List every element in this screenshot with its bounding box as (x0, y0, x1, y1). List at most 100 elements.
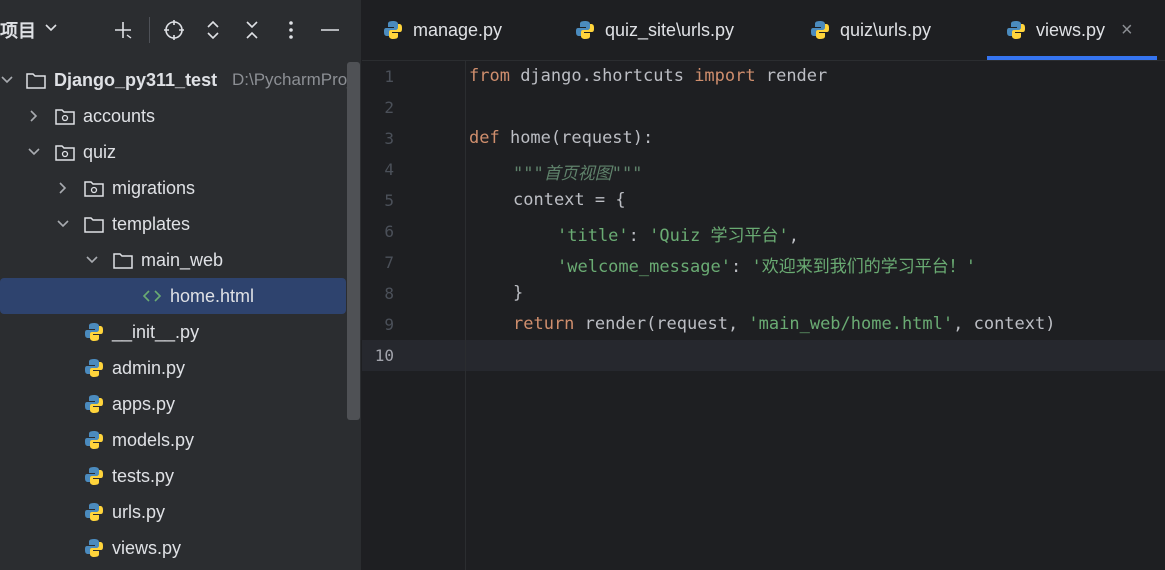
code-text: render (755, 66, 828, 86)
chevron-right-icon[interactable] (26, 108, 42, 124)
tree-item-label: quiz (83, 141, 117, 162)
tree-item-tests-py[interactable]: tests.py (0, 458, 346, 494)
line-number-current: 10 (374, 346, 394, 365)
python-file-icon (83, 357, 105, 379)
python-file-icon (1005, 19, 1027, 41)
chevron-down-icon[interactable] (44, 20, 58, 39)
tree-item-views-py[interactable]: views.py (0, 530, 346, 566)
code-text: render(request, (574, 314, 749, 334)
keyword: import (694, 66, 756, 86)
python-file-icon (83, 501, 105, 523)
code-line-1: from django.shortcuts import render (469, 66, 827, 86)
code-line-9: return render(request, 'main_web/home.ht… (513, 314, 1055, 334)
tab-quiz-site-urls-py[interactable]: quiz_site\urls.py (574, 0, 734, 60)
code-text: , (788, 226, 800, 246)
docstring: """首页视图""" (513, 164, 643, 184)
chevron-down-icon[interactable] (84, 252, 100, 268)
tab-label: views.py (1036, 19, 1106, 40)
collapse-all-icon[interactable] (239, 16, 265, 44)
tree-item-admin-py[interactable]: admin.py (0, 350, 346, 386)
editor-tab-bar: manage.py quiz_site\urls.py quiz\urls.py… (362, 0, 1165, 61)
code-text: home(request): (499, 128, 654, 148)
string-literal: 'main_web/home.html' (748, 314, 954, 334)
tree-item-label: views.py (112, 537, 182, 558)
string-literal: 'Quiz 学习平台' (649, 226, 789, 246)
tree-item-label: models.py (112, 429, 195, 450)
tree-item-quiz[interactable]: quiz (0, 134, 346, 170)
chevron-right-icon[interactable] (55, 180, 71, 196)
tree-item-label: __init__.py (112, 321, 200, 342)
html-file-icon (141, 285, 163, 307)
tree-item-label: home.html (170, 285, 255, 306)
more-options-icon[interactable] (278, 16, 304, 44)
code-text: : (731, 257, 752, 277)
tree-item-label: accounts (83, 105, 156, 126)
tab-manage-py[interactable]: manage.py (382, 0, 502, 60)
tree-item-apps-py[interactable]: apps.py (0, 386, 346, 422)
tab-views-py[interactable]: views.py × (1005, 0, 1133, 60)
toolbar-separator (149, 17, 150, 43)
code-text: context = { (513, 190, 626, 210)
tree-item-home-html[interactable]: home.html (0, 278, 346, 314)
expand-all-icon[interactable] (200, 16, 226, 44)
keyword: from (469, 66, 510, 86)
tree-item-init-py[interactable]: __init__.py (0, 314, 346, 350)
new-file-icon[interactable] (110, 16, 136, 44)
sidebar-scrollbar[interactable] (347, 62, 360, 420)
tab-quiz-urls-py[interactable]: quiz\urls.py (809, 0, 931, 60)
line-number: 9 (384, 315, 394, 334)
line-number: 1 (384, 67, 394, 86)
tree-item-project-root[interactable]: Django_py311_test D:\PycharmProj (0, 62, 351, 98)
python-file-icon (83, 321, 105, 343)
folder-icon (83, 213, 105, 235)
code-editor[interactable]: from django.shortcuts import render def … (466, 61, 1165, 570)
tree-item-migrations[interactable]: migrations (0, 170, 346, 206)
locate-file-icon[interactable] (161, 16, 187, 44)
tree-item-label: Django_py311_test (54, 69, 218, 90)
code-line-6: 'title': 'Quiz 学习平台', (557, 221, 799, 246)
line-number: 5 (384, 191, 394, 210)
tree-item-label: migrations (112, 177, 196, 198)
chevron-down-icon[interactable] (26, 144, 42, 160)
python-file-icon (809, 19, 831, 41)
active-tab-indicator (987, 56, 1157, 60)
project-view-title[interactable]: 项目 (0, 17, 36, 43)
code-text: } (513, 283, 524, 303)
tree-item-label: tests.py (112, 465, 175, 486)
python-file-icon (83, 393, 105, 415)
close-icon[interactable]: × (1121, 20, 1133, 40)
package-folder-icon (54, 141, 76, 163)
hide-panel-icon[interactable] (317, 16, 343, 44)
chevron-down-icon[interactable] (55, 216, 71, 232)
tree-item-accounts[interactable]: accounts (0, 98, 346, 134)
code-line-7: 'welcome_message': '欢迎来到我们的学习平台！' (557, 252, 976, 277)
project-toolbar: 项目 (0, 0, 361, 60)
tree-item-label: urls.py (112, 501, 166, 522)
code-line-5: context = { (513, 190, 626, 210)
tree-item-path: D:\PycharmProj (232, 70, 352, 89)
tree-item-label: admin.py (112, 357, 186, 378)
folder-icon (25, 69, 47, 91)
string-literal: 'title' (557, 226, 629, 246)
code-line-8: } (513, 283, 523, 303)
tree-item-urls-py[interactable]: urls.py (0, 494, 346, 530)
line-number: 8 (384, 284, 394, 303)
tree-item-models-py[interactable]: models.py (0, 422, 346, 458)
string-literal: 'welcome_message' (557, 257, 731, 277)
tree-item-label: templates (112, 213, 191, 234)
code-text: : (628, 226, 650, 246)
line-number: 3 (384, 129, 394, 148)
python-file-icon (83, 429, 105, 451)
tab-label: quiz_site\urls.py (605, 19, 735, 40)
tree-item-main-web[interactable]: main_web (0, 242, 346, 278)
python-file-icon (382, 19, 404, 41)
code-line-3: def home(request): (469, 128, 653, 148)
tree-item-templates[interactable]: templates (0, 206, 346, 242)
line-number: 2 (384, 98, 394, 117)
code-text: , context) (953, 314, 1056, 334)
string-literal: '欢迎来到我们的学习平台！' (751, 257, 976, 277)
code-text: django.shortcuts (509, 66, 695, 86)
chevron-down-icon[interactable] (0, 72, 15, 88)
project-sidebar: 项目 Django_py311_test D:\PycharmProj acco… (0, 0, 362, 570)
keyword: def (469, 128, 500, 148)
